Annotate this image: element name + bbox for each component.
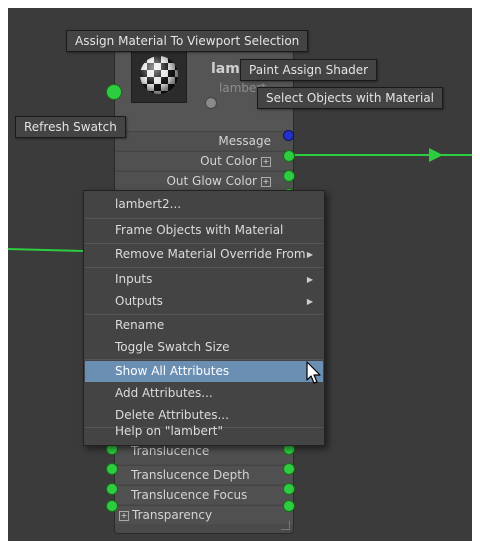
expand-icon[interactable]: + (261, 157, 271, 167)
select-objects-button[interactable]: Select Objects with Material (257, 87, 444, 109)
menu-separator (85, 267, 323, 268)
attr-row-translucence-focus: Translucence Focus (115, 485, 293, 504)
port-translucence-focus-out[interactable] (283, 483, 295, 495)
port-translucence-focus-in[interactable] (106, 483, 118, 495)
menu-separator (85, 359, 323, 360)
menu-item-add-attributes[interactable]: Add Attributes... (85, 383, 323, 404)
refresh-swatch-button[interactable]: Refresh Swatch (15, 116, 126, 138)
material-input-port[interactable] (106, 84, 122, 100)
attr-label: Message (218, 134, 271, 148)
submenu-arrow-icon: ▶ (306, 275, 313, 284)
attr-row-translucence: Translucence (115, 444, 293, 464)
menu-item-remove-override[interactable]: Remove Material Override From ▶ (85, 244, 323, 265)
material-swatch[interactable] (131, 47, 187, 103)
mouse-cursor-icon (306, 361, 321, 384)
node-editor-canvas[interactable]: lamb lambert Message Out Color + Out Glow… (8, 8, 472, 541)
out-color-connection (292, 154, 472, 156)
port-out-glow-color-out[interactable] (283, 170, 295, 182)
menu-item-rename[interactable]: Rename (85, 315, 323, 336)
menu-item-toggle-swatch-size[interactable]: Toggle Swatch Size (85, 337, 323, 358)
attr-row-out-glow-color: Out Glow Color + (115, 171, 293, 190)
menu-separator (85, 218, 323, 219)
expand-icon[interactable]: + (119, 511, 129, 521)
connection-arrow-icon (429, 148, 443, 162)
menu-item-frame-objects[interactable]: Frame Objects with Material (85, 220, 323, 241)
menu-item-show-all-attributes[interactable]: Show All Attributes (85, 361, 323, 382)
attr-row-out-color: Out Color + (115, 151, 293, 170)
port-translucence-depth-out[interactable] (283, 463, 295, 475)
port-transparency-in[interactable] (106, 500, 118, 512)
port-message-out[interactable] (283, 130, 294, 141)
submenu-arrow-icon: ▶ (306, 250, 313, 259)
paint-assign-shader-button[interactable]: Paint Assign Shader (240, 59, 378, 81)
port-translucence-depth-in[interactable] (106, 463, 118, 475)
attr-row-transparency: + Transparency (115, 505, 293, 524)
attr-label: + Transparency (119, 508, 213, 522)
attr-label: Translucence (131, 444, 210, 458)
input-connection (8, 248, 88, 253)
attr-label: Out Color + (200, 154, 271, 168)
expand-icon[interactable]: + (261, 177, 271, 187)
port-out-color-out[interactable] (283, 150, 295, 162)
port-transparency-out[interactable] (283, 500, 295, 512)
checker-ball-icon (140, 56, 178, 94)
assign-material-button[interactable]: Assign Material To Viewport Selection (66, 30, 309, 52)
resize-handle-icon[interactable] (281, 521, 290, 530)
material-port-icon[interactable] (205, 97, 217, 109)
attr-row-message: Message (115, 131, 293, 150)
attr-label: Out Glow Color + (166, 174, 271, 188)
submenu-arrow-icon: ▶ (306, 297, 313, 306)
attr-label: Translucence Focus (131, 488, 248, 502)
node-context-menu: lambert2... Frame Objects with Material … (83, 190, 325, 446)
menu-item-inputs[interactable]: Inputs ▶ (85, 269, 323, 290)
attr-label: Translucence Depth (131, 468, 250, 482)
menu-item-help[interactable]: Help on "lambert" (85, 421, 323, 442)
attr-row-translucence-depth: Translucence Depth (115, 465, 293, 484)
menu-item-outputs[interactable]: Outputs ▶ (85, 291, 323, 312)
menu-item-lambert2[interactable]: lambert2... (85, 194, 323, 215)
